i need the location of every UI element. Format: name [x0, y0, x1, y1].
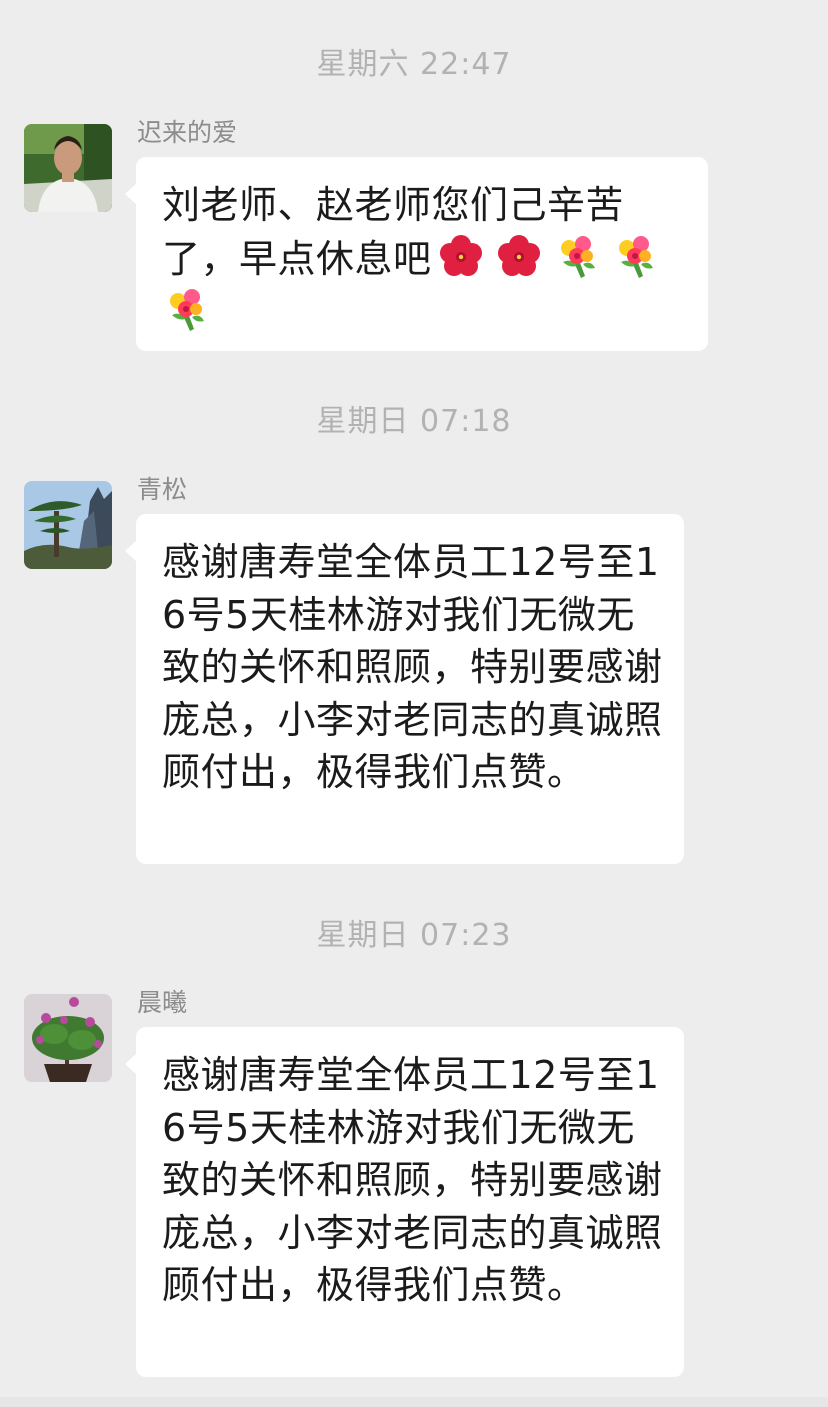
timestamp: 星期日 07:18 [316, 404, 512, 439]
bouquet-icon [162, 285, 210, 333]
avatar-photo-woman [24, 124, 112, 212]
message-text-line: 刘老师、赵老师您们己辛苦 [162, 183, 625, 227]
bouquet-icon [553, 232, 601, 280]
message-text: 感谢唐寿堂全体员工12号至16号5天桂林游对我们无微无致的关怀和照顾，特别要感谢… [162, 1053, 663, 1307]
message-bubble[interactable]: 感谢唐寿堂全体员工12号至16号5天桂林游对我们无微无致的关怀和照顾，特别要感谢… [125, 514, 684, 864]
message-bubble[interactable]: 感谢唐寿堂全体员工12号至16号5天桂林游对我们无微无致的关怀和照顾，特别要感谢… [125, 1027, 684, 1377]
message-text-line [162, 285, 682, 339]
avatar[interactable] [24, 994, 112, 1082]
sender-name: 晨曦 [137, 988, 188, 1017]
message-bubble[interactable]: 刘老师、赵老师您们己辛苦 了，早点休息吧 [125, 157, 708, 351]
avatar[interactable] [24, 481, 112, 569]
avatar-photo-flowers [24, 994, 112, 1082]
sender-name: 青松 [137, 475, 188, 504]
sender-name: 迟来的爱 [137, 118, 238, 147]
bottom-divider [0, 1397, 828, 1407]
avatar-photo-pine [24, 481, 112, 569]
bouquet-icon [611, 232, 659, 280]
avatar[interactable] [24, 124, 112, 212]
timestamp: 星期日 07:23 [316, 918, 512, 953]
message-text-line: 了，早点休息吧 [162, 232, 682, 286]
timestamp: 星期六 22:47 [316, 47, 512, 82]
message-text: 感谢唐寿堂全体员工12号至16号5天桂林游对我们无微无致的关怀和照顾，特别要感谢… [162, 540, 663, 794]
hibiscus-icon [495, 232, 543, 280]
hibiscus-icon [437, 232, 485, 280]
chat-area: 星期六 22:47 迟来的爱 刘老师、赵老师您们己辛苦 了，早点休息吧 星期日 … [0, 0, 828, 1407]
message-text: 了，早点休息吧 [162, 236, 432, 281]
